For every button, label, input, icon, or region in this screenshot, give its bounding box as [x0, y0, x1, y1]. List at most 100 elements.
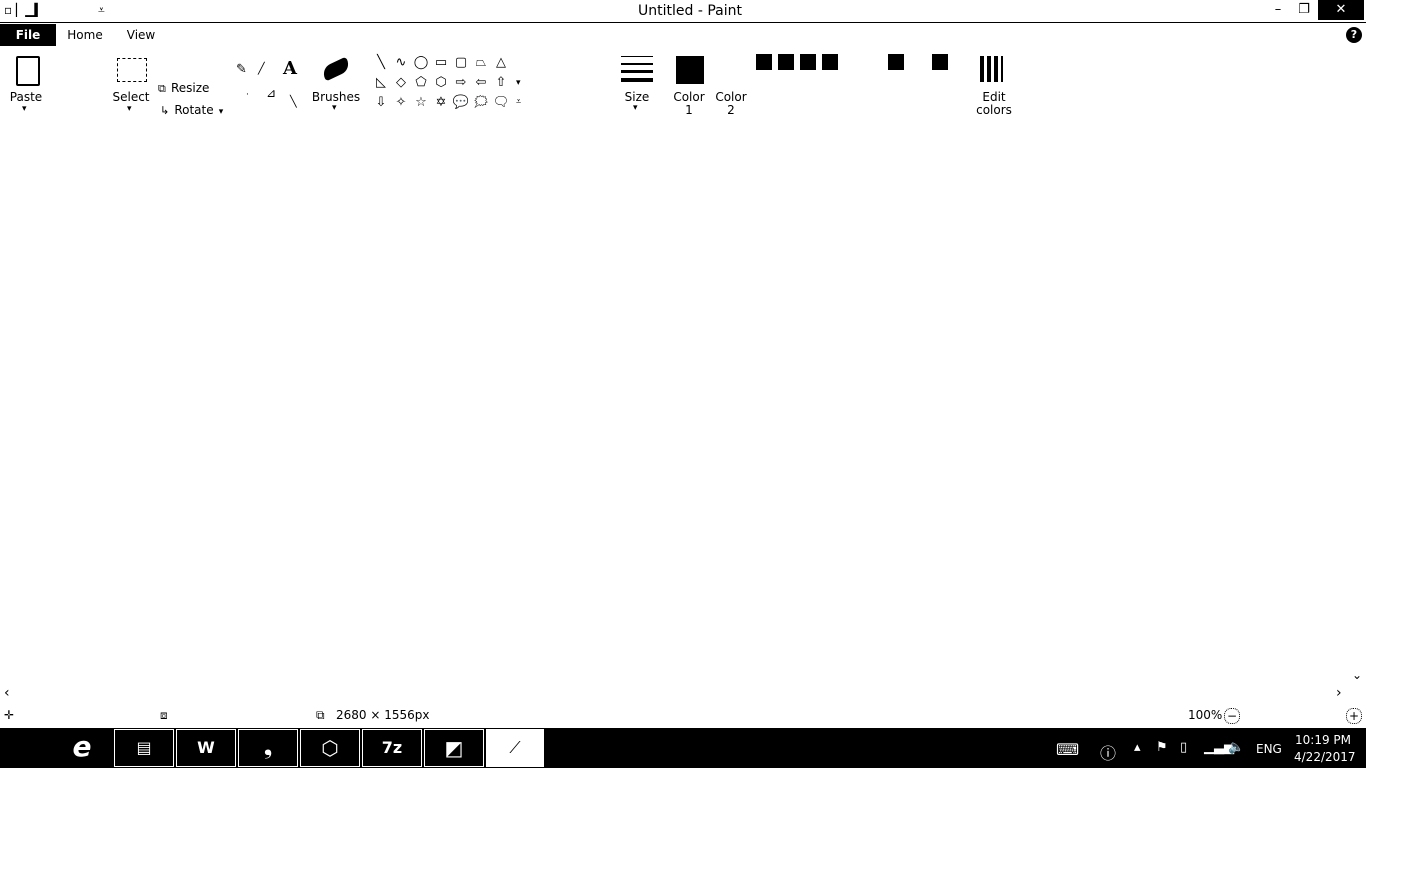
- app-comma-icon[interactable]: ❟: [238, 729, 298, 767]
- app-box-icon[interactable]: ⬡: [300, 729, 360, 767]
- eraser-icon[interactable]: ·: [246, 90, 249, 100]
- chevron-down-icon: ▾: [127, 104, 132, 114]
- file-explorer-icon[interactable]: ▤: [114, 729, 174, 767]
- palette-swatch[interactable]: [888, 54, 904, 70]
- shape-tool-icon[interactable]: ◇: [392, 75, 410, 95]
- palette-swatch[interactable]: [932, 54, 948, 70]
- shapes-scroll-down-icon[interactable]: ▾: [516, 78, 521, 88]
- shape-tool-icon[interactable]: ◯: [412, 55, 430, 75]
- edit-colors-icon: [994, 56, 998, 82]
- tab-file[interactable]: File: [0, 24, 56, 46]
- word-icon[interactable]: W: [176, 729, 236, 767]
- shape-tool-icon[interactable]: ╲: [372, 55, 390, 75]
- shape-tool-icon[interactable]: 🗨: [492, 95, 510, 115]
- fill-icon[interactable]: ╱: [258, 62, 265, 75]
- edit-colors-label-line2: colors: [976, 103, 1012, 117]
- palette-swatch[interactable]: [822, 54, 838, 70]
- select-button[interactable]: Select ▾: [112, 56, 152, 116]
- rotate-label: Rotate: [174, 103, 214, 117]
- zoom-out-button[interactable]: −: [1224, 708, 1240, 724]
- magnifier-icon[interactable]: ╲: [290, 95, 297, 108]
- zoom-level: 100%: [1188, 708, 1223, 722]
- scroll-right-icon[interactable]: ›: [1336, 685, 1342, 701]
- palette-swatch[interactable]: [800, 54, 816, 70]
- show-hidden-icons-icon[interactable]: ▴: [1134, 740, 1141, 755]
- shape-tool-icon[interactable]: ◺: [372, 75, 390, 95]
- color2-button[interactable]: Color 2: [710, 56, 752, 118]
- shape-tool-icon[interactable]: ✧: [392, 95, 410, 115]
- shape-tool-icon[interactable]: ⏢: [472, 55, 490, 75]
- color2-label-line1: Color: [715, 90, 747, 104]
- brushes-label: Brushes: [311, 90, 361, 104]
- tab-home[interactable]: Home: [60, 24, 110, 46]
- shapes-grid: ╲ ∿ ◯ ▭ ▢ ⏢ △ ◺ ◇ ⬠ ⬡ ⇨ ⇦ ⇧ ⇩ ✧ ☆ ✡ 💬 🗯 🗨: [372, 55, 512, 115]
- shape-tool-icon[interactable]: ∿: [392, 55, 410, 75]
- chevron-down-icon: ▾: [633, 103, 638, 113]
- cursor-position-icon: ✛: [4, 708, 15, 722]
- drawing-canvas[interactable]: [0, 124, 1366, 684]
- shapes-expand-icon[interactable]: ⩡: [516, 97, 521, 107]
- shape-tool-icon[interactable]: ▢: [452, 55, 470, 75]
- clock-time[interactable]: 10:19 PM: [1294, 733, 1352, 747]
- edit-colors-button[interactable]: Edit colors: [972, 56, 1016, 118]
- shapes-gallery: ╲ ∿ ◯ ▭ ▢ ⏢ △ ◺ ◇ ⬠ ⬡ ⇨ ⇦ ⇧ ⇩ ✧ ☆ ✡ 💬 🗯 🗨: [372, 55, 512, 117]
- brush-icon: [320, 56, 352, 82]
- title-bar: ▫ ▏▁▍ ⩡ Untitled - Paint – ❐ ✕: [0, 0, 1366, 23]
- shape-tool-icon[interactable]: ⬡: [432, 75, 450, 95]
- chevron-down-icon: ▾: [22, 104, 27, 114]
- clipboard-icon: [16, 56, 40, 86]
- brushes-button[interactable]: Brushes ▾: [312, 56, 360, 116]
- rotate-button[interactable]: ↳ Rotate ▾: [160, 99, 223, 117]
- shape-tool-icon[interactable]: ⇨: [452, 75, 470, 95]
- resize-icon: ⧉: [158, 82, 166, 95]
- language-indicator[interactable]: ENG: [1256, 742, 1282, 756]
- shape-tool-icon[interactable]: 💬: [452, 95, 470, 115]
- resize-button[interactable]: ⧉ Resize: [158, 77, 209, 95]
- size-button[interactable]: Size ▾: [618, 54, 656, 116]
- canvas-size-icon: ⧉: [316, 708, 325, 722]
- app-page-icon[interactable]: ◩: [424, 729, 484, 767]
- color1-button[interactable]: Color 1: [668, 56, 710, 118]
- clock-date[interactable]: 4/22/2017: [1294, 750, 1356, 764]
- rotate-icon: ↳: [160, 104, 170, 117]
- action-center-icon[interactable]: ⚑: [1156, 740, 1168, 755]
- shape-tool-icon[interactable]: ⇦: [472, 75, 490, 95]
- zoom-in-button[interactable]: +: [1346, 708, 1362, 724]
- chevron-down-icon: ▾: [332, 103, 337, 113]
- shape-tool-icon[interactable]: ⬠: [412, 75, 430, 95]
- palette-swatch[interactable]: [778, 54, 794, 70]
- 7zip-icon[interactable]: 7z: [362, 729, 422, 767]
- paint-icon[interactable]: ⟋: [486, 729, 544, 767]
- shape-tool-icon[interactable]: 🗯: [472, 95, 490, 115]
- size-line-2: [621, 63, 653, 65]
- scroll-left-icon[interactable]: ‹: [4, 685, 10, 701]
- shape-tool-icon[interactable]: ▭: [432, 55, 450, 75]
- paste-button[interactable]: Paste ▾: [8, 54, 46, 114]
- scroll-down-icon[interactable]: ⌄: [1352, 668, 1362, 682]
- edit-colors-label-line1: Edit: [982, 90, 1006, 104]
- tab-view[interactable]: View: [116, 24, 166, 46]
- shape-tool-icon[interactable]: ✡: [432, 95, 450, 115]
- help-icon[interactable]: ?: [1346, 27, 1362, 43]
- close-button[interactable]: ✕: [1318, 0, 1364, 20]
- shape-tool-icon[interactable]: △: [492, 55, 510, 75]
- size-line-4: [621, 78, 653, 82]
- selection-size-icon: ⧈: [160, 708, 168, 722]
- canvas-size-text: 2680 × 1556px: [336, 708, 430, 722]
- selection-rectangle-icon: [117, 58, 147, 82]
- select-label: Select: [112, 90, 150, 104]
- volume-icon[interactable]: 🔈: [1228, 740, 1244, 755]
- color-picker-icon[interactable]: ⊿: [266, 86, 276, 100]
- shape-tool-icon[interactable]: ☆: [412, 95, 430, 115]
- palette-swatch[interactable]: [756, 54, 772, 70]
- shape-tool-icon[interactable]: ⇧: [492, 75, 510, 95]
- battery-icon[interactable]: ▯: [1180, 740, 1187, 755]
- keyboard-icon[interactable]: ⌨: [1056, 740, 1079, 759]
- text-tool-icon[interactable]: A: [283, 58, 297, 79]
- color2-swatch: [718, 56, 746, 84]
- help-tray-icon[interactable]: ⓘ: [1100, 740, 1116, 764]
- pencil-icon[interactable]: ✎: [236, 62, 247, 77]
- internet-explorer-icon[interactable]: e: [52, 729, 112, 767]
- color1-label-line1: Color: [673, 90, 705, 104]
- shape-tool-icon[interactable]: ⇩: [372, 95, 390, 115]
